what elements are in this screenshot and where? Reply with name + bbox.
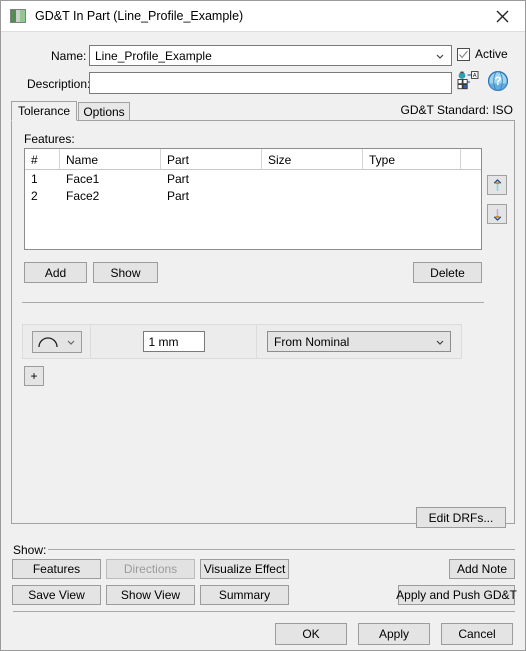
tolerance-symbol-combobox[interactable] <box>31 330 82 353</box>
svg-text:?: ? <box>494 76 501 88</box>
features-label: Features: <box>24 132 75 146</box>
show-directions-label: Directions <box>123 562 178 576</box>
apply-button[interactable]: Apply <box>358 623 430 645</box>
cell-part: Part <box>167 171 190 186</box>
tab-options[interactable]: Options <box>78 102 130 121</box>
cell-size <box>262 170 363 187</box>
edit-drfs-button[interactable]: Edit DRFs... <box>416 507 506 528</box>
check-icon <box>459 50 468 59</box>
window-title: GD&T In Part (Line_Profile_Example) <box>35 9 244 23</box>
tab-options-label: Options <box>83 104 125 119</box>
active-label: Active <box>475 47 508 61</box>
tolerance-value-input[interactable]: 1 mm <box>142 331 205 352</box>
chevron-down-icon <box>436 340 444 345</box>
cell-part: Part <box>167 188 190 203</box>
section-divider <box>22 302 484 303</box>
tab-tolerance[interactable]: Tolerance <box>11 101 77 121</box>
summary-label: Summary <box>218 588 271 602</box>
visualize-effect-label: Visualize Effect <box>203 562 286 576</box>
tab-tolerance-label: Tolerance <box>17 104 71 118</box>
close-icon[interactable] <box>480 1 525 31</box>
move-up-button[interactable] <box>487 175 507 195</box>
ok-label: OK <box>302 627 320 641</box>
features-table-body: 1 Face1 Part 2 Face2 Part <box>25 170 481 204</box>
cell-number: 1 <box>31 171 38 186</box>
features-table[interactable]: # Name Part Size Type 1 Face1 Part 2 Fac… <box>24 148 482 250</box>
chevron-down-icon <box>436 54 444 59</box>
active-checkbox[interactable]: Active <box>457 47 508 61</box>
cancel-label: Cancel <box>458 627 496 641</box>
checkbox-box <box>457 47 470 61</box>
title-bar: GD&T In Part (Line_Profile_Example) <box>1 1 525 32</box>
tolerance-mode-combobox[interactable]: From Nominal <box>267 331 451 352</box>
tolerance-row: 1 mm From Nominal <box>22 324 462 359</box>
cell-name: Face2 <box>66 188 100 203</box>
cell-type <box>363 170 461 187</box>
description-input[interactable] <box>89 72 452 94</box>
cell-type <box>363 187 461 204</box>
show-view-label: Show View <box>120 588 181 602</box>
tolerance-symbol-cell <box>23 324 91 359</box>
delete-feature-button[interactable]: Delete <box>413 262 482 283</box>
summary-button[interactable]: Summary <box>200 585 289 605</box>
delete-feature-label: Delete <box>430 265 465 280</box>
column-header-number[interactable]: # <box>25 149 60 170</box>
add-tolerance-row-button[interactable]: + <box>24 366 44 386</box>
arrow-down-icon <box>493 208 501 221</box>
add-note-label: Add Note <box>456 562 508 576</box>
column-header-type[interactable]: Type <box>363 149 461 170</box>
arrow-up-icon <box>493 178 501 191</box>
show-features-label: Features <box>32 562 81 576</box>
show-group-divider <box>48 549 515 550</box>
apply-label: Apply <box>378 627 410 641</box>
column-header-size[interactable]: Size <box>262 149 363 170</box>
cell-size <box>262 187 363 204</box>
ok-button[interactable]: OK <box>275 623 347 645</box>
column-header-part[interactable]: Part <box>161 149 262 170</box>
move-down-button[interactable] <box>487 204 507 224</box>
show-directions-button: Directions <box>106 559 195 579</box>
name-combobox[interactable]: Line_Profile_Example <box>89 45 452 66</box>
add-note-button[interactable]: Add Note <box>449 559 515 579</box>
tolerance-mode-value: From Nominal <box>274 334 350 349</box>
cancel-button[interactable]: Cancel <box>441 623 513 645</box>
save-view-label: Save View <box>28 588 85 602</box>
apply-and-push-gdt-label: Apply and Push GD&T <box>396 588 517 602</box>
description-label: Description: <box>27 77 91 91</box>
svg-text:A: A <box>473 73 477 79</box>
assign-attribute-icon[interactable]: A <box>456 69 480 93</box>
show-feature-button[interactable]: Show <box>93 262 158 283</box>
footer-divider <box>13 611 515 612</box>
tab-strip: Tolerance Options GD&T Standard: ISO <box>11 101 515 121</box>
edit-drfs-label: Edit DRFs... <box>428 510 494 525</box>
show-view-button[interactable]: Show View <box>106 585 195 605</box>
save-view-button[interactable]: Save View <box>12 585 101 605</box>
line-profile-arc-icon <box>37 336 58 347</box>
add-feature-button[interactable]: Add <box>24 262 87 283</box>
tolerance-value-cell: 1 mm <box>91 324 257 359</box>
cell-number: 2 <box>31 188 38 203</box>
chevron-down-icon <box>67 340 74 345</box>
table-row[interactable]: 1 Face1 Part <box>25 170 481 187</box>
show-features-button[interactable]: Features <box>12 559 101 579</box>
visualize-effect-button[interactable]: Visualize Effect <box>200 559 289 579</box>
cell-name: Face1 <box>66 171 100 186</box>
apply-and-push-gdt-button[interactable]: Apply and Push GD&T <box>396 585 517 605</box>
name-value: Line_Profile_Example <box>95 48 212 63</box>
gdt-standard-text: GD&T Standard: ISO <box>400 103 514 117</box>
show-feature-label: Show <box>110 265 141 280</box>
features-table-header: # Name Part Size Type <box>25 149 481 170</box>
column-header-name[interactable]: Name <box>60 149 161 170</box>
gdt-in-part-dialog: GD&T In Part (Line_Profile_Example) Name… <box>0 0 526 651</box>
tolerance-mode-cell: From Nominal <box>257 324 461 359</box>
help-globe-icon[interactable]: ? <box>486 69 510 93</box>
window-app-icon <box>10 9 26 23</box>
plus-icon: + <box>30 369 38 383</box>
table-row[interactable]: 2 Face2 Part <box>25 187 481 204</box>
name-label: Name: <box>51 49 87 63</box>
column-header-blank[interactable] <box>461 149 481 170</box>
show-group-label: Show: <box>13 543 47 557</box>
add-feature-label: Add <box>44 265 67 280</box>
